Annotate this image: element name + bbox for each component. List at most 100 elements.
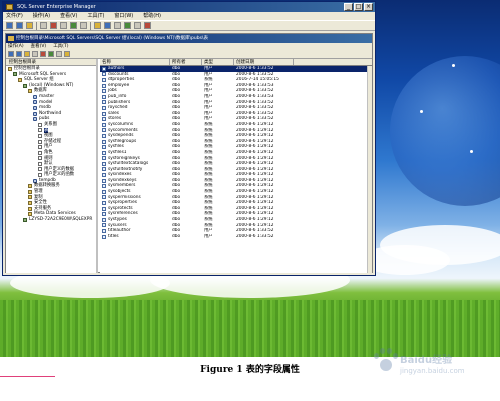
menu-file[interactable]: 文件(F): [5, 12, 24, 20]
folder-icon: [28, 201, 32, 206]
table-icon: [102, 173, 106, 178]
table-icon: [38, 128, 42, 133]
console-menu-view[interactable]: 查看(V): [31, 43, 47, 50]
new-icon[interactable]: [94, 22, 101, 29]
console-root-window: 控制台根目录\Microsoft SQL Servers\SQL Server …: [5, 33, 373, 273]
server-icon: [23, 83, 27, 88]
server-icon[interactable]: [114, 22, 121, 29]
table-icon: [102, 161, 106, 166]
tree-pane: 控制台根目录 控制台根目录 Microsoft SQL Servers SQL Se…: [6, 59, 98, 273]
table-icon: [102, 94, 106, 99]
forward-icon[interactable]: [16, 51, 22, 57]
console-menu-tools[interactable]: 工具(T): [53, 43, 68, 50]
view-icon: [38, 133, 42, 138]
show-tree-icon[interactable]: [40, 22, 47, 29]
properties-icon[interactable]: [60, 22, 67, 29]
table-icon: [102, 195, 106, 200]
server-group-icon: [13, 72, 17, 77]
back-icon[interactable]: [6, 22, 13, 29]
table-icon: [102, 105, 106, 110]
folder-up-icon[interactable]: [26, 22, 33, 29]
column-type[interactable]: 类型: [202, 59, 234, 65]
column-name[interactable]: 名称: [100, 59, 170, 65]
list-header: 名称 所有者 类型 创建日期: [100, 59, 372, 66]
close-button[interactable]: ×: [364, 3, 373, 11]
table-name-cell: titles: [100, 234, 170, 240]
folder-icon: [28, 212, 32, 217]
export-icon[interactable]: [56, 51, 62, 57]
database-icon: [33, 94, 37, 99]
table-icon: [102, 234, 106, 239]
default-icon: [38, 161, 42, 166]
run-icon[interactable]: [124, 22, 131, 29]
menu-view[interactable]: 查看(V): [59, 12, 78, 20]
maximize-button[interactable]: □: [354, 3, 363, 11]
table-icon: [102, 223, 106, 228]
folder-icon: [8, 66, 12, 71]
table-icon: [102, 178, 106, 183]
table-created-cell: 2000-8-6 1:33:52: [236, 233, 274, 239]
refresh-icon[interactable]: [48, 51, 54, 57]
menu-help[interactable]: 帮助(H): [142, 12, 162, 20]
table-list-pane: 名称 所有者 类型 创建日期 authors dbo 用户 2000-8-6 1:33…: [100, 59, 372, 273]
table-icon: [102, 150, 106, 155]
wizard-icon[interactable]: [104, 22, 111, 29]
planet-graphic: [390, 56, 500, 206]
toolbar-separator: [90, 21, 91, 30]
folder-icon: [18, 77, 22, 82]
type-icon: [38, 167, 42, 172]
back-icon[interactable]: [8, 51, 14, 57]
table-row[interactable]: titles dbo 用户 2000-8-6 1:33:52: [100, 234, 372, 240]
folder-icon: [28, 184, 32, 189]
rule-icon: [38, 156, 42, 161]
function-icon: [38, 173, 42, 178]
vertical-scrollbar[interactable]: [367, 66, 372, 273]
column-owner[interactable]: 所有者: [170, 59, 202, 65]
watermark-url: jingyan.baidu.com: [400, 367, 465, 375]
table-icon: [102, 156, 106, 161]
folder-icon: [28, 195, 32, 200]
new-table-icon[interactable]: [64, 51, 70, 57]
tree-body: 控制台根目录 Microsoft SQL Servers SQL Server 组(…: [6, 66, 96, 223]
database-icon: [33, 117, 37, 122]
table-icon: [102, 201, 106, 206]
menu-window[interactable]: 窗口(W): [113, 12, 134, 20]
console-titlebar[interactable]: 控制台根目录\Microsoft SQL Servers\SQL Server …: [6, 34, 372, 43]
delete-icon[interactable]: [50, 22, 57, 29]
folder-icon: [28, 206, 32, 211]
forward-icon[interactable]: [16, 22, 23, 29]
stop-icon[interactable]: [144, 22, 151, 29]
table-name-text: titles: [108, 233, 119, 239]
tree-toggle-icon[interactable]: [32, 51, 38, 57]
delete-icon[interactable]: [40, 51, 46, 57]
table-icon: [102, 133, 106, 138]
table-icon: [102, 229, 106, 234]
tree-node[interactable]: LZYSD-72A2C9E0W\SQLEXPR: [6, 217, 96, 223]
table-icon: [102, 128, 106, 133]
diagram-icon: [38, 122, 42, 127]
minimize-button[interactable]: _: [344, 3, 353, 11]
refresh-icon[interactable]: [70, 22, 77, 29]
toolbar-separator: [36, 21, 37, 30]
table-icon: [102, 66, 106, 71]
watermark-text: Baidu经验: [400, 355, 453, 366]
baidu-watermark: Baidu经验 jingyan.baidu.com: [370, 347, 465, 387]
console-menu-action[interactable]: 操作(A): [8, 43, 24, 50]
up-icon[interactable]: [24, 51, 30, 57]
table-icon: [102, 72, 106, 77]
table-owner-cell: dbo: [172, 233, 181, 239]
table-icon: [102, 184, 106, 189]
table-icon: [102, 212, 106, 217]
console-toolbar: [6, 50, 372, 59]
window-titlebar[interactable]: SQL Server Enterprise Manager _ □ ×: [3, 2, 375, 12]
menu-tools[interactable]: 工具(T): [86, 12, 105, 20]
table-icon: [102, 117, 106, 122]
schedule-icon[interactable]: [134, 22, 141, 29]
table-icon: [102, 122, 106, 127]
column-created[interactable]: 创建日期: [234, 59, 294, 65]
tree-header: 控制台根目录: [6, 59, 96, 66]
menu-action[interactable]: 操作(A): [32, 12, 51, 20]
main-toolbar: [3, 20, 375, 31]
export-icon[interactable]: [80, 22, 87, 29]
table-icon: [102, 145, 106, 150]
